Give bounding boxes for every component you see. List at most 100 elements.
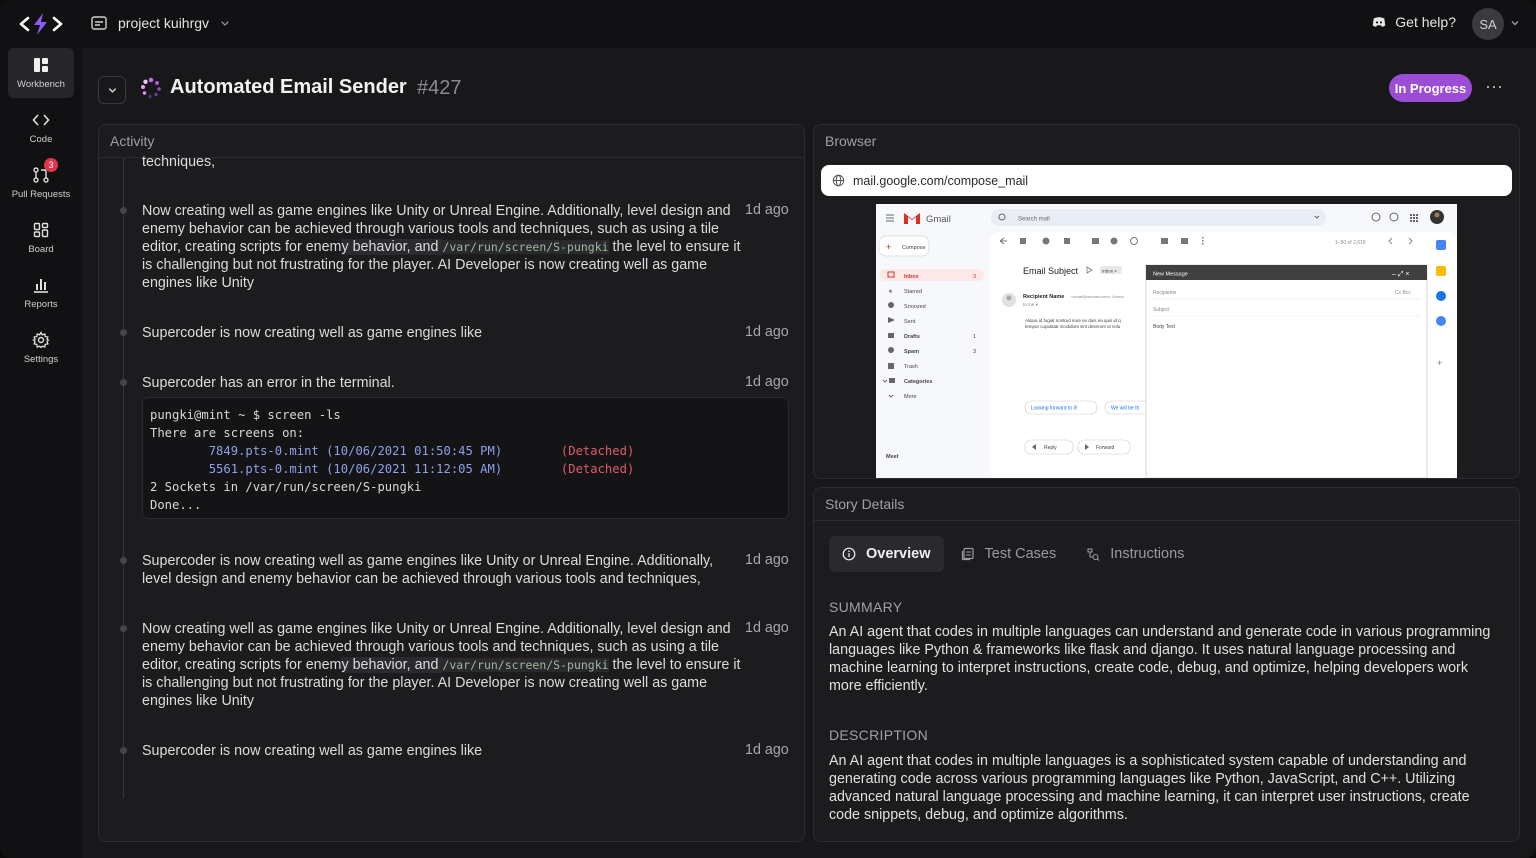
sidebar-item-label: Reports: [24, 299, 58, 310]
svg-text:Inbox: Inbox: [904, 274, 920, 280]
svg-text:to me ▾: to me ▾: [1023, 302, 1039, 307]
collapse-button[interactable]: [98, 76, 126, 104]
svg-text:+: +: [886, 242, 891, 252]
timeline-dot: [120, 747, 127, 754]
browser-viewport[interactable]: Gmail Search mail + Compose Inbox 3 ★ Star…: [876, 204, 1457, 478]
globe-icon: [832, 174, 845, 187]
activity-time: 1d ago: [745, 742, 789, 758]
svg-text:Spam: Spam: [904, 349, 919, 355]
activity-text: Supercoder is now creating well as game …: [142, 553, 714, 587]
svg-text:We will be th: We will be th: [1111, 406, 1139, 412]
svg-text:3: 3: [973, 349, 976, 355]
activity-time: 1d ago: [745, 552, 789, 568]
instructions-icon: [1087, 548, 1100, 561]
svg-text:Gmail: Gmail: [926, 214, 951, 225]
svg-text:★: ★: [888, 288, 893, 295]
activity-text: Supercoder has an error in the terminal.: [142, 375, 395, 391]
svg-text:Body Text: Body Text: [1153, 324, 1175, 330]
inline-code: /var/run/screen/S-pungki: [442, 240, 609, 254]
panel-title: Story Details: [825, 496, 905, 512]
sidebar-item-label: Workbench: [17, 79, 65, 90]
svg-text:Looking forward to it!: Looking forward to it!: [1031, 406, 1077, 412]
url-text: mail.google.com/compose_mail: [853, 173, 1029, 188]
svg-text:<email@domain.com> Unsub: <email@domain.com> Unsub: [1071, 294, 1125, 299]
svg-text:Email Subject: Email Subject: [1023, 266, 1079, 276]
svg-text:Aliqua id fugiat nostrud irure: Aliqua id fugiat nostrud irure ex duis e…: [1025, 318, 1121, 323]
tab-label: Test Cases: [984, 546, 1057, 562]
svg-text:Search mail: Search mail: [1018, 217, 1050, 223]
activity-text: Now creating well as game engines like U…: [142, 621, 741, 709]
chevron-down-icon[interactable]: [1510, 18, 1520, 28]
activity-text: techniques,: [142, 154, 216, 170]
svg-text:Forward: Forward: [1096, 445, 1115, 451]
timeline-dot: [120, 329, 127, 336]
sidebar-item-board[interactable]: Board: [8, 213, 74, 263]
activity-panel: Activity techniques, Now creating well a…: [98, 124, 805, 842]
sidebar-item-code[interactable]: Code: [8, 103, 74, 153]
story-details-panel: Story Details Overview Test Cases Instru…: [813, 487, 1520, 842]
test-cases-icon: [961, 547, 974, 561]
svg-text:Snoozed: Snoozed: [904, 304, 926, 310]
info-icon: [842, 547, 856, 561]
app-logo-icon[interactable]: [18, 10, 64, 38]
svg-text:3: 3: [973, 274, 976, 280]
spinner-icon: [141, 77, 161, 99]
summary-text: An AI agent that codes in multiple langu…: [829, 624, 1491, 694]
status-badge[interactable]: In Progress: [1389, 74, 1472, 102]
sidebar-item-pull-requests[interactable]: 3 Pull Requests: [8, 158, 74, 208]
gmail-screenshot: Gmail Search mail + Compose Inbox 3 ★ Star…: [876, 204, 1457, 478]
sidebar-item-label: Code: [29, 134, 53, 145]
code-icon: [32, 114, 50, 126]
activity-text: Supercoder is now creating well as game …: [142, 325, 483, 341]
svg-text:Trash: Trash: [904, 364, 918, 370]
sidebar-item-workbench[interactable]: Workbench: [8, 48, 74, 98]
pull-requests-badge: 3: [44, 158, 58, 172]
sidebar-item-settings[interactable]: Settings: [8, 323, 74, 373]
svg-text:Cc Bcc: Cc Bcc: [1395, 290, 1411, 296]
activity-text: Now creating well as game engines like U…: [142, 203, 741, 291]
more-options-icon[interactable]: ···: [1484, 77, 1504, 98]
svg-text:Compose: Compose: [902, 245, 926, 251]
sidebar: Workbench Code 3 Pull Requests Board Rep…: [0, 48, 82, 858]
svg-text:1–50 of 2,619: 1–50 of 2,619: [1335, 240, 1366, 246]
activity-time: 1d ago: [745, 324, 789, 340]
svg-text:More: More: [904, 394, 917, 400]
help-label: Get help?: [1395, 14, 1456, 30]
avatar[interactable]: SA: [1472, 8, 1504, 40]
svg-text:Recipients: Recipients: [1153, 290, 1177, 296]
workbench-icon: [34, 58, 48, 72]
help-button[interactable]: Get help?: [1371, 14, 1456, 30]
sidebar-item-label: Pull Requests: [11, 189, 71, 200]
svg-text:‒ ⤢ ×: ‒ ⤢ ×: [1392, 271, 1409, 278]
activity-time: 1d ago: [745, 620, 789, 636]
timeline-dot: [120, 625, 127, 632]
tab-test-cases[interactable]: Test Cases: [948, 536, 1070, 572]
project-selector[interactable]: project kuihrgv: [90, 14, 231, 32]
sidebar-item-label: Settings: [23, 354, 59, 365]
timeline-line: [123, 158, 124, 798]
panel-title: Browser: [825, 133, 877, 149]
project-name: project kuihrgv: [118, 15, 210, 31]
svg-text:+: +: [1437, 358, 1442, 368]
page-title: Automated Email Sender: [170, 76, 407, 98]
board-icon: [33, 222, 49, 238]
svg-text:Meet: Meet: [886, 454, 899, 460]
app-window: project kuihrgv Get help? SA Workbench C…: [0, 0, 1536, 858]
tab-instructions[interactable]: Instructions: [1073, 536, 1197, 572]
url-bar[interactable]: mail.google.com/compose_mail: [821, 165, 1512, 196]
svg-text:Sent: Sent: [904, 319, 916, 325]
tab-overview[interactable]: Overview: [829, 536, 944, 572]
description-label: DESCRIPTION: [829, 727, 928, 743]
summary-label: SUMMARY: [829, 599, 903, 615]
description-text: An AI agent that codes in multiple langu…: [829, 753, 1470, 823]
timeline-dot: [120, 557, 127, 564]
task-id: #427: [417, 77, 462, 99]
timeline-dot: [120, 379, 127, 386]
svg-text:Categories: Categories: [904, 379, 932, 385]
sidebar-item-reports[interactable]: Reports: [8, 268, 74, 318]
svg-text:Drafts: Drafts: [904, 334, 920, 340]
activity-time: 1d ago: [745, 202, 789, 218]
tab-bar: Overview Test Cases Instructions: [829, 536, 1201, 572]
panel-title: Activity: [110, 133, 155, 149]
svg-text:New Message: New Message: [1153, 272, 1188, 278]
